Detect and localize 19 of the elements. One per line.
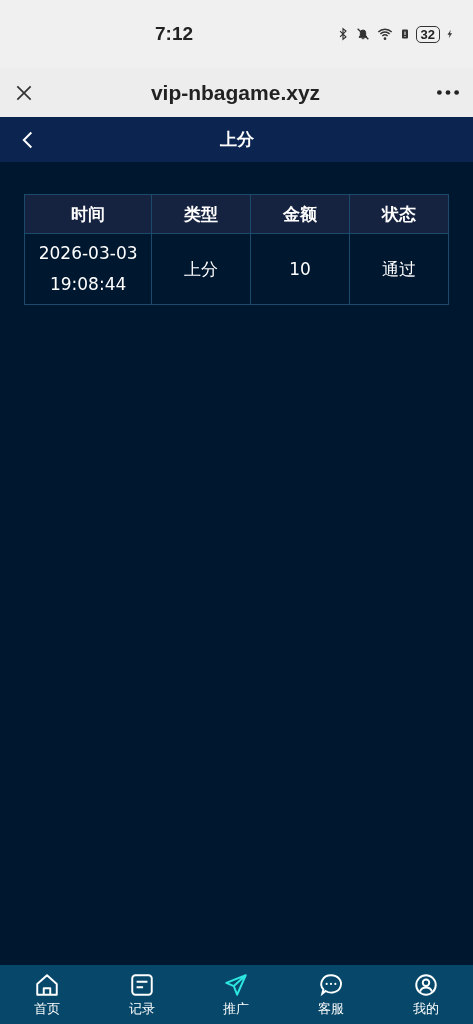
column-header: 时间 bbox=[24, 194, 152, 234]
column-header: 状态 bbox=[349, 194, 449, 234]
tab-button[interactable]: 客服 bbox=[283, 965, 379, 1024]
tab-button[interactable]: 记录 bbox=[94, 965, 190, 1024]
column-header: 类型 bbox=[151, 194, 251, 234]
table-cell: 10 bbox=[250, 233, 350, 305]
page-address: vip-nbagame.xyz bbox=[149, 80, 322, 105]
tab-button[interactable]: 首页 bbox=[0, 965, 95, 1024]
wifi-icon bbox=[375, 26, 394, 42]
table-cell: 2026-03-03 19:08:44 bbox=[24, 233, 152, 305]
battery-level: 32 bbox=[415, 25, 440, 43]
clock-time: 7:12 bbox=[155, 23, 195, 45]
tab-button[interactable]: 我的 bbox=[378, 965, 473, 1024]
table-cell: 上分 bbox=[151, 233, 251, 305]
column-header: 金额 bbox=[250, 194, 350, 234]
more-icon bbox=[437, 90, 459, 95]
table-cell: 通过 bbox=[349, 233, 449, 305]
tab-button[interactable]: 推广 bbox=[189, 965, 284, 1024]
page-title: 上分 bbox=[219, 128, 254, 151]
